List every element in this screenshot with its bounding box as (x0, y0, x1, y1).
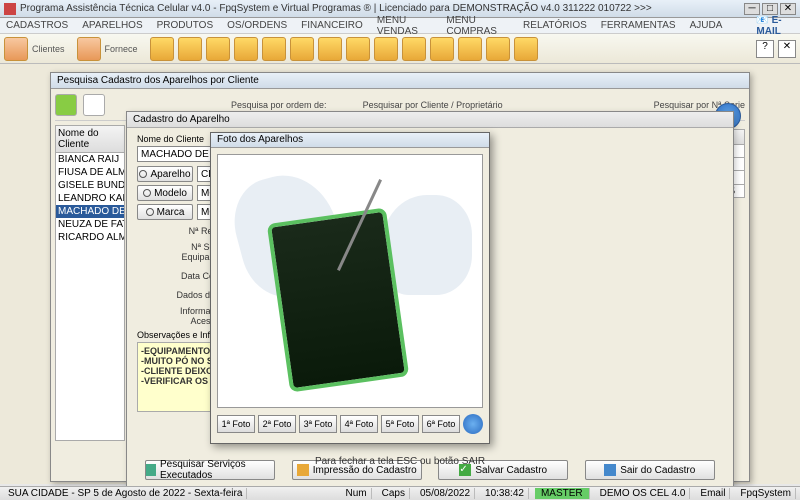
foto-5-button[interactable]: 5ª Foto (381, 415, 419, 433)
footer-message: Para fechar a tela ESC ou botão SAIR (51, 456, 749, 467)
search-icon (143, 189, 151, 197)
client-list[interactable]: Nome do Cliente BIANCA RAIJ FIUSA DE ALM… (55, 125, 125, 441)
add-button[interactable] (55, 94, 77, 116)
modelo-lookup-button[interactable]: Modelo (137, 185, 193, 201)
toolbar-icon[interactable] (262, 37, 286, 61)
register-title: Cadastro do Aparelho (127, 112, 733, 128)
toolbar-icon[interactable] (206, 37, 230, 61)
next-photo-button[interactable] (463, 414, 483, 434)
status-num: Num (341, 488, 371, 499)
toolbar-icon[interactable] (290, 37, 314, 61)
menu-produtos[interactable]: PRODUTOS (157, 20, 214, 31)
maximize-button[interactable]: □ (762, 3, 778, 15)
foto-6-button[interactable]: 6ª Foto (422, 415, 460, 433)
toolbar-clientes-icon[interactable] (4, 37, 28, 61)
statusbar: SUA CIDADE - SP 5 de Agosto de 2022 - Se… (0, 486, 800, 500)
toolbar-icon[interactable] (514, 37, 538, 61)
photo-dialog: Foto dos Aparelhos 1ª Foto 2ª Foto 3ª Fo… (210, 132, 490, 444)
app-icon (4, 3, 16, 15)
menu-financeiro[interactable]: FINANCEIRO (301, 20, 363, 31)
toolbar-clientes-label: Clientes (32, 44, 65, 54)
list-item[interactable]: BIANCA RAIJ (56, 153, 124, 166)
search-icon (146, 208, 154, 216)
menu-os[interactable]: OS/ORDENS (227, 20, 287, 31)
list-item[interactable]: NEUZA DE FATIM (56, 218, 124, 231)
list-item[interactable]: LEANDRO KARNA (56, 192, 124, 205)
foto-3-button[interactable]: 3ª Foto (299, 415, 337, 433)
search-icon (139, 170, 147, 178)
toolbar-icon[interactable] (402, 37, 426, 61)
toolbar-icon[interactable] (318, 37, 342, 61)
foto-4-button[interactable]: 4ª Foto (340, 415, 378, 433)
menu-ferramentas[interactable]: FERRAMENTAS (601, 20, 676, 31)
repair-image (267, 207, 409, 392)
toolbar-icon[interactable] (458, 37, 482, 61)
client-list-header: Nome do Cliente (56, 126, 124, 153)
window-title: Programa Assistência Técnica Celular v4.… (20, 3, 744, 14)
status-master: MASTER (535, 488, 590, 499)
main-toolbar: Clientes Fornece ? ✕ (0, 34, 800, 64)
photo-preview (217, 154, 483, 408)
edit-button[interactable] (83, 94, 105, 116)
list-item[interactable]: RICARDO ALMEID (56, 231, 124, 244)
menu-aparelhos[interactable]: APARELHOS (82, 20, 142, 31)
status-caps: Caps (378, 488, 410, 499)
toolbar-icon[interactable] (150, 37, 174, 61)
toolbar-icon[interactable] (178, 37, 202, 61)
list-item[interactable]: GISELE BUNDCH (56, 179, 124, 192)
minimize-button[interactable]: ─ (744, 3, 760, 15)
status-location: SUA CIDADE - SP 5 de Agosto de 2022 - Se… (4, 488, 247, 499)
menu-relatorios[interactable]: RELATÓRIOS (523, 20, 587, 31)
toolbar-exit[interactable]: ✕ (778, 40, 796, 58)
status-date: 05/08/2022 (416, 488, 475, 499)
status-sys: FpqSystem (736, 488, 796, 499)
toolbar-icon[interactable] (346, 37, 370, 61)
foto-2-button[interactable]: 2ª Foto (258, 415, 296, 433)
search-order-label: Pesquisa por ordem de: (231, 100, 327, 110)
toolbar-icon[interactable] (486, 37, 510, 61)
status-email[interactable]: Email (696, 488, 730, 499)
menu-cadastros[interactable]: CADASTROS (6, 20, 68, 31)
toolbar-fornece-icon[interactable] (77, 37, 101, 61)
toolbar-icon[interactable] (374, 37, 398, 61)
toolbar-fornece-label: Fornece (105, 44, 138, 54)
toolbar-icon[interactable] (430, 37, 454, 61)
status-time: 10:38:42 (481, 488, 529, 499)
main-area: Pesquisa Cadastro dos Aparelhos por Clie… (0, 64, 800, 484)
toolbar-icon[interactable] (234, 37, 258, 61)
main-menu: CADASTROS APARELHOS PRODUTOS OS/ORDENS F… (0, 18, 800, 34)
photo-dialog-title: Foto dos Aparelhos (211, 133, 489, 148)
menu-compras[interactable]: MENU COMPRAS (446, 15, 509, 37)
status-demo: DEMO OS CEL 4.0 (596, 488, 691, 499)
foto-1-button[interactable]: 1ª Foto (217, 415, 255, 433)
menu-vendas[interactable]: MENU VENDAS (377, 15, 433, 37)
search-window-title: Pesquisa Cadastro dos Aparelhos por Clie… (51, 73, 749, 89)
close-button[interactable]: ✕ (780, 3, 796, 15)
email-link[interactable]: 📧 E-MAIL (756, 15, 794, 37)
list-item-selected[interactable]: MACHADO DE A (56, 205, 124, 218)
list-item[interactable]: FIUSA DE ALMEID (56, 166, 124, 179)
toolbar-help[interactable]: ? (756, 40, 774, 58)
search-client-label: Pesquisar por Cliente / Proprietário (363, 100, 503, 110)
marca-lookup-button[interactable]: Marca (137, 204, 193, 220)
aparelho-lookup-button[interactable]: Aparelho (137, 166, 193, 182)
menu-ajuda[interactable]: AJUDA (690, 20, 723, 31)
